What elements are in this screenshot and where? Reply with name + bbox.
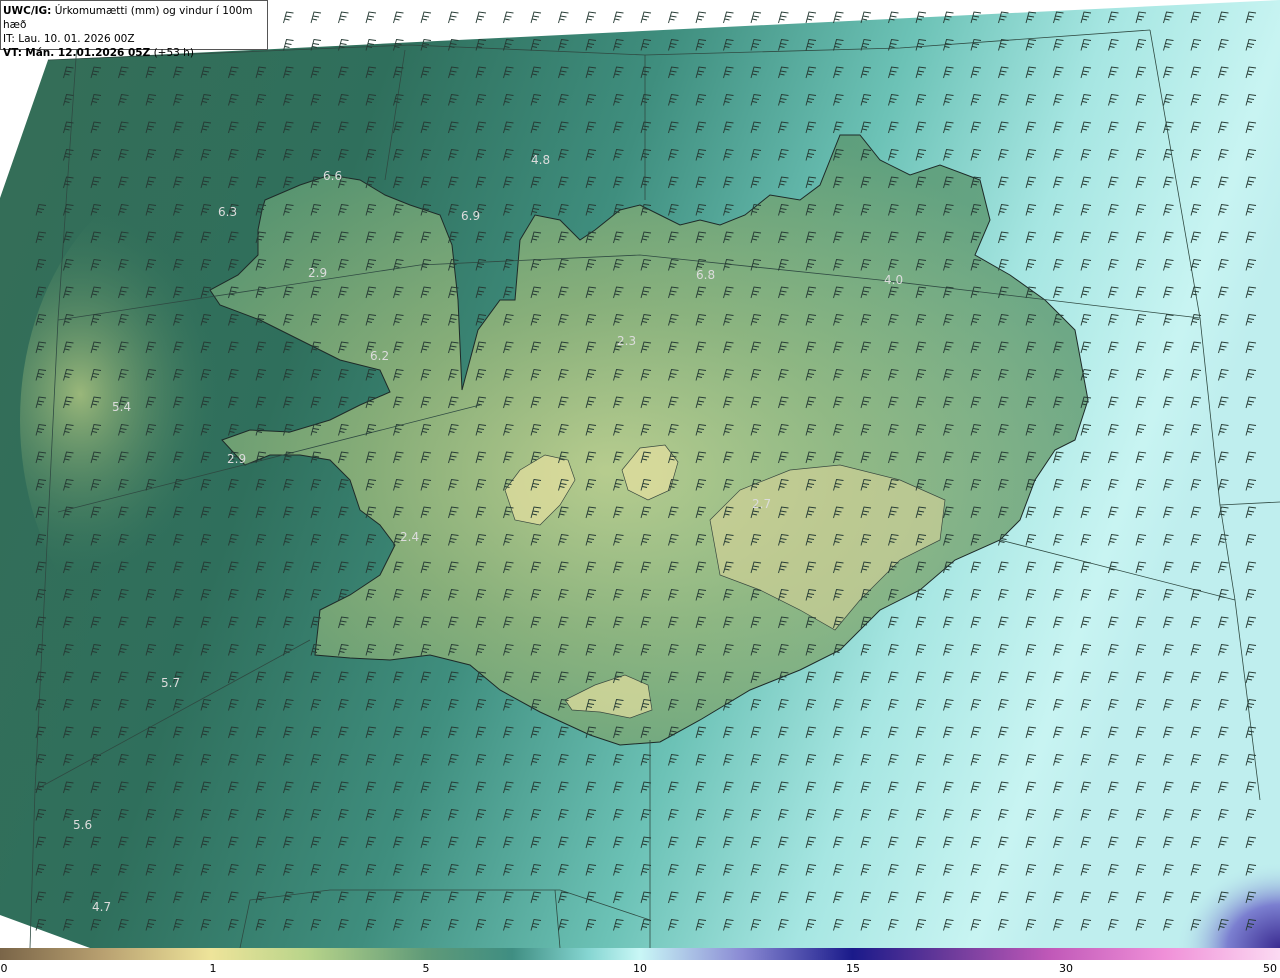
wind-barb-icon	[365, 11, 377, 24]
valid-time-line: VT: Mán. 12.01.2026 05Z (+53 h)	[3, 46, 265, 60]
colorbar-tick: 15	[846, 962, 860, 975]
value-label: 6.9	[461, 209, 480, 223]
colorbar-tick: 0	[0, 962, 8, 975]
wind-barb-icon	[338, 11, 349, 24]
value-label: 6.2	[370, 349, 389, 363]
wind-barb-icon	[668, 11, 679, 24]
colorbar-tick: 30	[1059, 962, 1073, 975]
colorbar-tick: 50	[1263, 962, 1277, 975]
purple-precip-area	[980, 700, 1280, 948]
wind-barb-icon	[695, 11, 707, 24]
valid-time: Mán. 12.01.2026 05Z	[25, 47, 151, 59]
value-label: 2.7	[752, 497, 771, 511]
colorbar-tick: 5	[422, 962, 430, 975]
colorbar-tick: 10	[633, 962, 647, 975]
forecast-map: 4.8 6.6 6.3 6.9 2.9 6.8 4.0 2.3 6.2 5.4 …	[0, 0, 1280, 948]
wind-barb-icon	[283, 11, 294, 24]
value-label: 2.3	[617, 334, 636, 348]
value-label: 4.7	[92, 900, 111, 914]
wind-barb-icon	[805, 11, 817, 24]
wind-barb-icon	[723, 11, 734, 24]
wind-barb-icon	[448, 11, 459, 24]
value-label: 6.3	[218, 205, 237, 219]
wind-barb-icon	[558, 11, 569, 24]
wind-barb-icon	[310, 11, 322, 24]
wind-barb-icon	[750, 11, 762, 24]
wind-barb-icon	[475, 11, 487, 24]
value-label: 5.4	[112, 400, 131, 414]
wind-barb-icon	[640, 11, 652, 24]
value-label: 2.9	[227, 452, 246, 466]
wind-barb-icon	[613, 11, 624, 24]
value-label: 4.8	[531, 153, 550, 167]
title-line: UWC/IG: Úrkomumætti (mm) og vindur í 100…	[3, 4, 265, 32]
wind-barb-icon	[585, 11, 597, 24]
value-label: 6.6	[323, 169, 342, 183]
value-label: 5.7	[161, 676, 180, 690]
colorbar-tick: 1	[209, 962, 217, 975]
model-name: UWC/IG:	[3, 5, 52, 17]
wind-barb-icon	[503, 11, 514, 24]
value-label: 6.8	[696, 268, 715, 282]
lead-time: (+53 h)	[153, 47, 194, 59]
map-info-box: UWC/IG: Úrkomumætti (mm) og vindur í 100…	[0, 0, 268, 59]
value-label: 2.9	[308, 266, 327, 280]
wind-barb-icon	[393, 11, 404, 24]
initial-time: IT: Lau. 10. 01. 2026 00Z	[3, 33, 135, 45]
value-label: 4.0	[884, 273, 903, 287]
value-label: 5.6	[73, 818, 92, 832]
value-label: 2.4	[400, 530, 419, 544]
wind-barb-icon	[530, 11, 542, 24]
wind-barb-icon	[778, 11, 789, 24]
wind-barb-icon	[420, 11, 432, 24]
valid-time-prefix: VT:	[3, 47, 22, 59]
colorbar-legend: 0 1 5 10 15 30 50	[0, 948, 1280, 978]
colorbar-gradient	[0, 948, 1280, 960]
